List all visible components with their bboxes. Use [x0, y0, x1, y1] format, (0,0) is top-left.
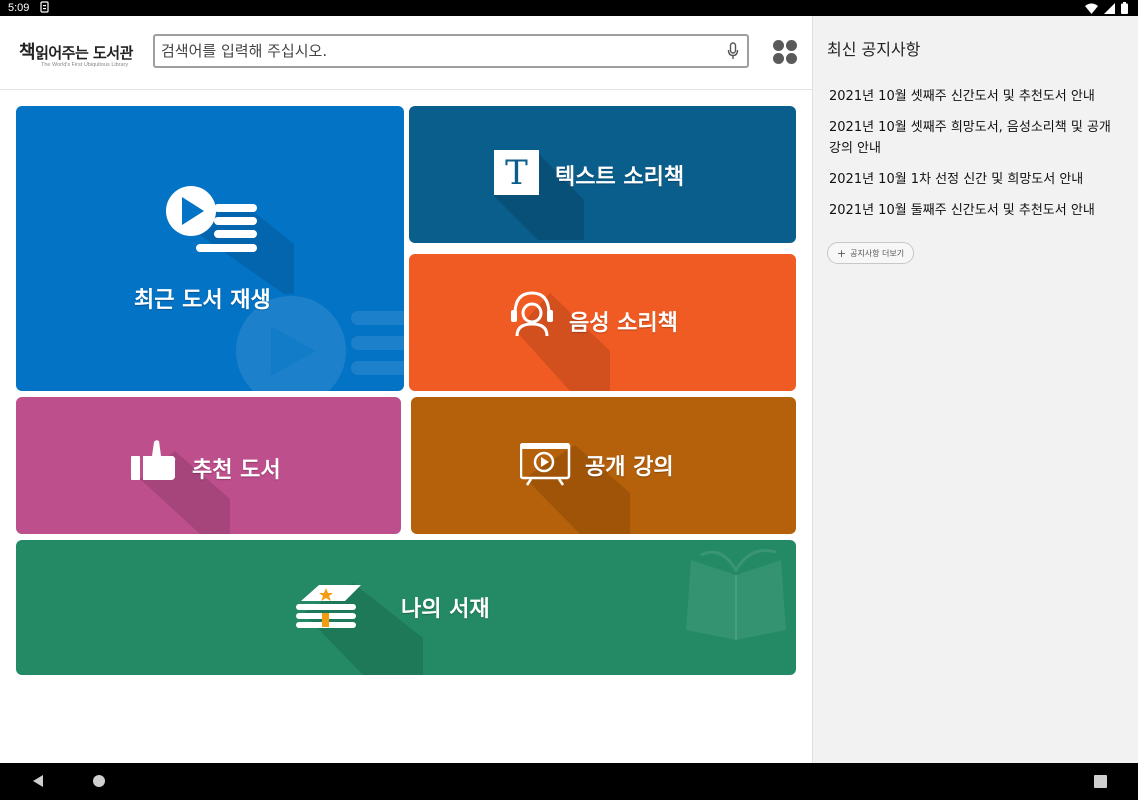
tile-recommended-books[interactable]: 추천 도서 [16, 397, 401, 534]
tile-recent-playback[interactable]: 최근 도서 재생 [16, 106, 404, 391]
battery-icon [1121, 2, 1128, 14]
tile-shelf-label: 나의 서재 [401, 597, 490, 622]
notice-title: 최신 공지사항 [827, 40, 921, 59]
more-notices-label: 공지사항 더보기 [850, 248, 905, 258]
tile-open-lectures[interactable]: 공개 강의 [411, 397, 796, 534]
logo-tagline: The World's First Ubiquitous Library [41, 62, 129, 68]
notice-item[interactable]: 2021년 10월 셋째주 신간도서 및 추천도서 안내 [829, 86, 1121, 107]
status-time: 5:09 [8, 2, 30, 14]
notice-sidebar: 최신 공지사항 2021년 10월 셋째주 신간도서 및 추천도서 안내 202… [812, 16, 1138, 763]
plus-icon: + [836, 246, 847, 260]
search-input[interactable] [161, 40, 721, 62]
notice-item[interactable]: 2021년 10월 1차 선정 신간 및 희망도서 안내 [829, 169, 1121, 190]
wifi-icon [1085, 3, 1098, 14]
status-icons [1085, 2, 1128, 14]
play-list-icon [166, 186, 294, 294]
tile-voice-label: 음성 소리책 [569, 311, 678, 336]
notice-item[interactable]: 2021년 10월 셋째주 희망도서, 음성소리책 및 공개 강의 안내 [829, 117, 1121, 159]
system-nav-bar [0, 763, 1138, 800]
logo-big-char: 책 [19, 42, 36, 63]
tile-recent-label: 최근 도서 재생 [134, 288, 271, 313]
tile-my-library[interactable]: 나의 서재 [16, 540, 796, 675]
sim-status-icon [40, 1, 49, 13]
cell-signal-icon [1104, 2, 1115, 14]
back-icon[interactable] [31, 773, 45, 789]
tile-lecture-label: 공개 강의 [585, 455, 674, 480]
recents-icon[interactable] [1094, 775, 1107, 788]
microphone-icon[interactable] [727, 42, 739, 60]
tile-text-audiobook[interactable]: T 텍스트 소리책 [409, 106, 796, 243]
tile-voice-audiobook[interactable]: 음성 소리책 [409, 254, 796, 391]
notice-item[interactable]: 2021년 10월 둘째주 신간도서 및 추천도서 안내 [829, 200, 1121, 221]
app-header: 책읽어주는 도서관 The World's First Ubiquitous L… [0, 16, 812, 90]
open-book-watermark-icon [686, 549, 786, 640]
search-box [153, 34, 749, 68]
tile-recommend-label: 추천 도서 [192, 458, 281, 483]
app-logo[interactable]: 책읽어주는 도서관 The World's First Ubiquitous L… [19, 38, 139, 68]
notice-list: 2021년 10월 셋째주 신간도서 및 추천도서 안내 2021년 10월 셋… [829, 86, 1121, 231]
svg-text:T: T [505, 153, 528, 193]
apps-grid-icon[interactable] [772, 39, 798, 65]
logo-text: 읽어주는 도서관 [35, 44, 133, 62]
home-icon[interactable] [93, 775, 105, 787]
tile-text-label: 텍스트 소리책 [555, 165, 685, 190]
status-bar: 5:09 [0, 0, 1138, 16]
more-notices-button[interactable]: + 공지사항 더보기 [827, 242, 914, 264]
